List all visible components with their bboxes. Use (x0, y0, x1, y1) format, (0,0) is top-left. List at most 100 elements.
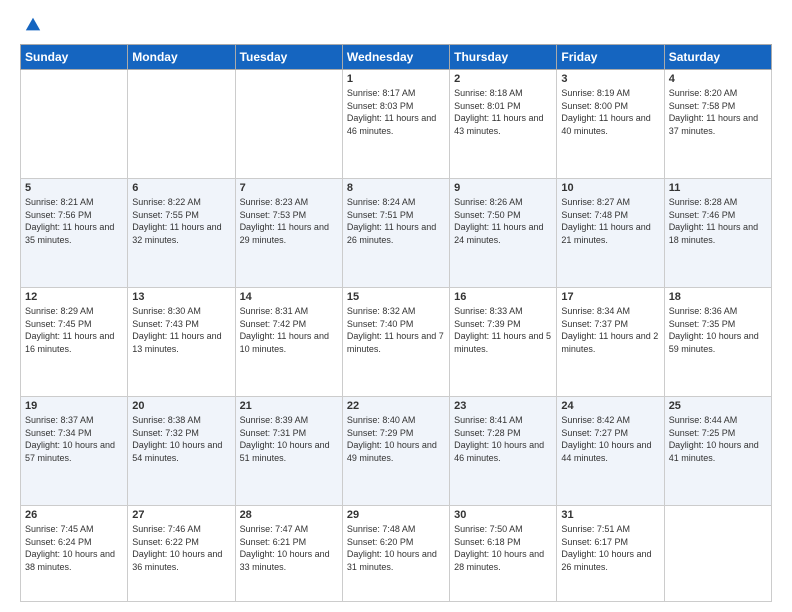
calendar-cell: 8 Sunrise: 8:24 AM Sunset: 7:51 PM Daylig… (342, 179, 449, 288)
calendar-cell: 26 Sunrise: 7:45 AM Sunset: 6:24 PM Dayli… (21, 506, 128, 602)
day-info: Sunrise: 8:23 AM Sunset: 7:53 PM Dayligh… (240, 196, 338, 246)
calendar-cell: 16Sunrise: 8:33 AM Sunset: 7:39 PM Dayli… (450, 288, 557, 397)
day-info: Sunrise: 8:32 AM Sunset: 7:40 PM Dayligh… (347, 305, 445, 355)
calendar-cell: 4 Sunrise: 8:20 AM Sunset: 7:58 PM Daylig… (664, 70, 771, 179)
day-number: 6 (132, 182, 230, 194)
calendar-week-3: 19 Sunrise: 8:37 AM Sunset: 7:34 PM Dayli… (21, 397, 772, 506)
day-info: Sunrise: 8:18 AM Sunset: 8:01 PM Dayligh… (454, 87, 552, 137)
calendar-cell: 13Sunrise: 8:30 AM Sunset: 7:43 PM Dayli… (128, 288, 235, 397)
calendar-cell: 23 Sunrise: 8:41 AM Sunset: 7:28 PM Dayli… (450, 397, 557, 506)
calendar-cell: 31Sunrise: 7:51 AM Sunset: 6:17 PM Dayli… (557, 506, 664, 602)
day-number: 12 (25, 291, 123, 303)
calendar-cell: 20Sunrise: 8:38 AM Sunset: 7:32 PM Dayli… (128, 397, 235, 506)
calendar-cell: 10 Sunrise: 8:27 AM Sunset: 7:48 PM Dayli… (557, 179, 664, 288)
day-number: 4 (669, 73, 767, 85)
header-friday: Friday (557, 45, 664, 70)
day-number: 17 (561, 291, 659, 303)
day-info: Sunrise: 8:41 AM Sunset: 7:28 PM Dayligh… (454, 414, 552, 464)
day-number: 7 (240, 182, 338, 194)
calendar-cell: 11 Sunrise: 8:28 AM Sunset: 7:46 PM Dayli… (664, 179, 771, 288)
logo-icon (24, 16, 42, 34)
calendar-cell: 14 Sunrise: 8:31 AM Sunset: 7:42 PM Dayli… (235, 288, 342, 397)
day-info: Sunrise: 8:24 AM Sunset: 7:51 PM Dayligh… (347, 196, 445, 246)
calendar-cell: 17 Sunrise: 8:34 AM Sunset: 7:37 PM Dayli… (557, 288, 664, 397)
day-number: 8 (347, 182, 445, 194)
calendar-cell: 27Sunrise: 7:46 AM Sunset: 6:22 PM Dayli… (128, 506, 235, 602)
calendar-cell: 25 Sunrise: 8:44 AM Sunset: 7:25 PM Dayli… (664, 397, 771, 506)
calendar-cell: 7 Sunrise: 8:23 AM Sunset: 7:53 PM Daylig… (235, 179, 342, 288)
day-number: 29 (347, 509, 445, 521)
calendar-cell: 1Sunrise: 8:17 AM Sunset: 8:03 PM Daylig… (342, 70, 449, 179)
header-monday: Monday (128, 45, 235, 70)
day-number: 26 (25, 509, 123, 521)
day-info: Sunrise: 8:26 AM Sunset: 7:50 PM Dayligh… (454, 196, 552, 246)
day-info: Sunrise: 7:45 AM Sunset: 6:24 PM Dayligh… (25, 523, 123, 573)
calendar-cell: 18 Sunrise: 8:36 AM Sunset: 7:35 PM Dayli… (664, 288, 771, 397)
calendar-week-2: 12 Sunrise: 8:29 AM Sunset: 7:45 PM Dayli… (21, 288, 772, 397)
day-info: Sunrise: 8:19 AM Sunset: 8:00 PM Dayligh… (561, 87, 659, 137)
day-number: 22 (347, 400, 445, 412)
calendar-cell (128, 70, 235, 179)
day-info: Sunrise: 7:48 AM Sunset: 6:20 PM Dayligh… (347, 523, 445, 573)
day-number: 9 (454, 182, 552, 194)
day-info: Sunrise: 8:17 AM Sunset: 8:03 PM Dayligh… (347, 87, 445, 137)
day-info: Sunrise: 8:44 AM Sunset: 7:25 PM Dayligh… (669, 414, 767, 464)
calendar-cell: 5 Sunrise: 8:21 AM Sunset: 7:56 PM Daylig… (21, 179, 128, 288)
day-info: Sunrise: 8:40 AM Sunset: 7:29 PM Dayligh… (347, 414, 445, 464)
calendar-cell: 3 Sunrise: 8:19 AM Sunset: 8:00 PM Daylig… (557, 70, 664, 179)
day-number: 3 (561, 73, 659, 85)
day-info: Sunrise: 8:21 AM Sunset: 7:56 PM Dayligh… (25, 196, 123, 246)
calendar-cell: 29 Sunrise: 7:48 AM Sunset: 6:20 PM Dayli… (342, 506, 449, 602)
day-number: 21 (240, 400, 338, 412)
day-info: Sunrise: 8:42 AM Sunset: 7:27 PM Dayligh… (561, 414, 659, 464)
calendar-cell (235, 70, 342, 179)
day-info: Sunrise: 8:30 AM Sunset: 7:43 PM Dayligh… (132, 305, 230, 355)
calendar-cell: 12 Sunrise: 8:29 AM Sunset: 7:45 PM Dayli… (21, 288, 128, 397)
day-info: Sunrise: 8:34 AM Sunset: 7:37 PM Dayligh… (561, 305, 659, 355)
calendar-header-row: SundayMondayTuesdayWednesdayThursdayFrid… (21, 45, 772, 70)
header-saturday: Saturday (664, 45, 771, 70)
day-info: Sunrise: 8:31 AM Sunset: 7:42 PM Dayligh… (240, 305, 338, 355)
day-number: 28 (240, 509, 338, 521)
day-info: Sunrise: 8:36 AM Sunset: 7:35 PM Dayligh… (669, 305, 767, 355)
day-info: Sunrise: 8:39 AM Sunset: 7:31 PM Dayligh… (240, 414, 338, 464)
logo (20, 16, 42, 34)
header-tuesday: Tuesday (235, 45, 342, 70)
day-info: Sunrise: 8:20 AM Sunset: 7:58 PM Dayligh… (669, 87, 767, 137)
calendar-cell (21, 70, 128, 179)
day-info: Sunrise: 8:29 AM Sunset: 7:45 PM Dayligh… (25, 305, 123, 355)
page: SundayMondayTuesdayWednesdayThursdayFrid… (0, 0, 792, 612)
calendar-cell (664, 506, 771, 602)
calendar-cell: 24Sunrise: 8:42 AM Sunset: 7:27 PM Dayli… (557, 397, 664, 506)
calendar-cell: 9 Sunrise: 8:26 AM Sunset: 7:50 PM Daylig… (450, 179, 557, 288)
day-number: 18 (669, 291, 767, 303)
calendar-week-1: 5 Sunrise: 8:21 AM Sunset: 7:56 PM Daylig… (21, 179, 772, 288)
day-number: 2 (454, 73, 552, 85)
day-number: 14 (240, 291, 338, 303)
day-info: Sunrise: 8:27 AM Sunset: 7:48 PM Dayligh… (561, 196, 659, 246)
day-number: 5 (25, 182, 123, 194)
day-number: 19 (25, 400, 123, 412)
calendar-cell: 21 Sunrise: 8:39 AM Sunset: 7:31 PM Dayli… (235, 397, 342, 506)
day-number: 16 (454, 291, 552, 303)
header-sunday: Sunday (21, 45, 128, 70)
day-number: 15 (347, 291, 445, 303)
day-number: 25 (669, 400, 767, 412)
calendar-cell: 6 Sunrise: 8:22 AM Sunset: 7:55 PM Daylig… (128, 179, 235, 288)
calendar: SundayMondayTuesdayWednesdayThursdayFrid… (20, 44, 772, 602)
day-info: Sunrise: 8:22 AM Sunset: 7:55 PM Dayligh… (132, 196, 230, 246)
calendar-cell: 30Sunrise: 7:50 AM Sunset: 6:18 PM Dayli… (450, 506, 557, 602)
calendar-week-0: 1Sunrise: 8:17 AM Sunset: 8:03 PM Daylig… (21, 70, 772, 179)
day-info: Sunrise: 7:51 AM Sunset: 6:17 PM Dayligh… (561, 523, 659, 573)
day-info: Sunrise: 7:46 AM Sunset: 6:22 PM Dayligh… (132, 523, 230, 573)
day-number: 11 (669, 182, 767, 194)
day-info: Sunrise: 8:28 AM Sunset: 7:46 PM Dayligh… (669, 196, 767, 246)
day-number: 10 (561, 182, 659, 194)
header-wednesday: Wednesday (342, 45, 449, 70)
day-info: Sunrise: 7:50 AM Sunset: 6:18 PM Dayligh… (454, 523, 552, 573)
calendar-cell: 22 Sunrise: 8:40 AM Sunset: 7:29 PM Dayli… (342, 397, 449, 506)
day-info: Sunrise: 8:37 AM Sunset: 7:34 PM Dayligh… (25, 414, 123, 464)
day-number: 23 (454, 400, 552, 412)
day-info: Sunrise: 8:38 AM Sunset: 7:32 PM Dayligh… (132, 414, 230, 464)
calendar-week-4: 26 Sunrise: 7:45 AM Sunset: 6:24 PM Dayli… (21, 506, 772, 602)
